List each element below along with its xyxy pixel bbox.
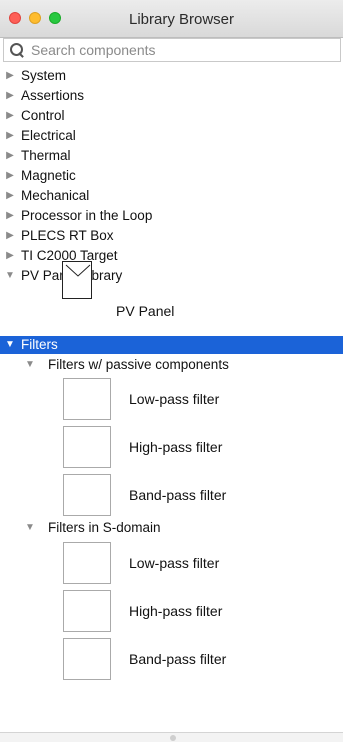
block-label: Band-pass filter — [129, 651, 227, 667]
pv-panel-block[interactable] — [62, 261, 92, 299]
tree-item-label: System — [21, 68, 67, 83]
search-input[interactable] — [29, 41, 333, 59]
tree-item-assertions[interactable]: ▶ Assertions — [0, 86, 343, 106]
tree-item-label: Assertions — [21, 88, 85, 103]
window-footer — [0, 732, 343, 742]
expanded-triangle-icon[interactable]: ▼ — [24, 355, 36, 375]
pv-panel-label: PV Panel — [116, 303, 175, 319]
tree-item-label: Electrical — [21, 128, 76, 143]
tree-item-processor-in-the-loop[interactable]: ▶ Processor in the Loop — [0, 206, 343, 226]
resize-grip-icon[interactable] — [170, 735, 176, 741]
collapsed-triangle-icon[interactable]: ▶ — [4, 226, 16, 246]
block-label: High-pass filter — [129, 603, 223, 619]
collapsed-triangle-icon[interactable]: ▶ — [4, 186, 16, 206]
expanded-triangle-icon[interactable]: ▼ — [4, 336, 16, 354]
low-pass-filter-block[interactable] — [63, 542, 111, 584]
band-pass-filter-block[interactable] — [63, 474, 111, 516]
window-title: Library Browser — [128, 11, 235, 28]
tree-item-control[interactable]: ▶ Control — [0, 106, 343, 126]
tree-item-magnetic[interactable]: ▶ Magnetic — [0, 166, 343, 186]
search-icon — [9, 42, 25, 58]
block-label: Band-pass filter — [129, 487, 227, 503]
tree-item-filters[interactable]: ▼ Filters — [0, 336, 343, 354]
collapsed-triangle-icon[interactable]: ▶ — [4, 206, 16, 226]
tree-item-plecs-rt-box[interactable]: ▶ PLECS RT Box — [0, 226, 343, 246]
collapsed-triangle-icon[interactable]: ▶ — [4, 126, 16, 146]
high-pass-filter-block[interactable] — [63, 426, 111, 468]
tree-item-label: Mechanical — [21, 188, 90, 203]
tree-item-label: Thermal — [21, 148, 71, 163]
expanded-triangle-icon[interactable]: ▼ — [24, 518, 36, 538]
high-pass-filter-block[interactable] — [63, 590, 111, 632]
collapsed-triangle-icon[interactable]: ▶ — [4, 86, 16, 106]
band-pass-filter-block[interactable] — [63, 638, 111, 680]
search-bar — [3, 38, 341, 62]
low-pass-filter-block[interactable] — [63, 378, 111, 420]
tree-item-pv-panel-library[interactable]: ▼ PV Panel Library — [0, 266, 343, 286]
tree-item-label: Filters in S-domain — [48, 520, 161, 535]
collapsed-triangle-icon[interactable]: ▶ — [4, 146, 16, 166]
collapsed-triangle-icon[interactable]: ▶ — [4, 106, 16, 126]
tree-item-system[interactable]: ▶ System — [0, 66, 343, 86]
tree-item-electrical[interactable]: ▶ Electrical — [0, 126, 343, 146]
collapsed-triangle-icon[interactable]: ▶ — [4, 166, 16, 186]
tree-item-thermal[interactable]: ▶ Thermal — [0, 146, 343, 166]
pv-panel-icon — [65, 264, 91, 277]
block-label: Low-pass filter — [129, 391, 220, 407]
tree-item-ti-c2000-target[interactable]: ▶ TI C2000 Target — [0, 246, 343, 266]
tree-item-label: Filters — [21, 337, 58, 352]
tree-item-label: Control — [21, 108, 65, 123]
tree-item-label: Magnetic — [21, 168, 76, 183]
expanded-triangle-icon[interactable]: ▼ — [4, 266, 16, 286]
tree-item-label: Processor in the Loop — [21, 208, 153, 223]
collapsed-triangle-icon[interactable]: ▶ — [4, 246, 16, 266]
tree-item-mechanical[interactable]: ▶ Mechanical — [0, 186, 343, 206]
block-label: High-pass filter — [129, 439, 223, 455]
collapsed-triangle-icon[interactable]: ▶ — [4, 66, 16, 86]
block-label: Low-pass filter — [129, 555, 220, 571]
tree-item-filters-passive[interactable]: ▼ Filters w/ passive components — [0, 355, 343, 375]
tree-item-filters-s-domain[interactable]: ▼ Filters in S-domain — [0, 518, 343, 538]
tree-item-label: Filters w/ passive components — [48, 357, 229, 372]
title-bar: Library Browser — [0, 0, 343, 38]
tree-item-label: PLECS RT Box — [21, 228, 114, 243]
